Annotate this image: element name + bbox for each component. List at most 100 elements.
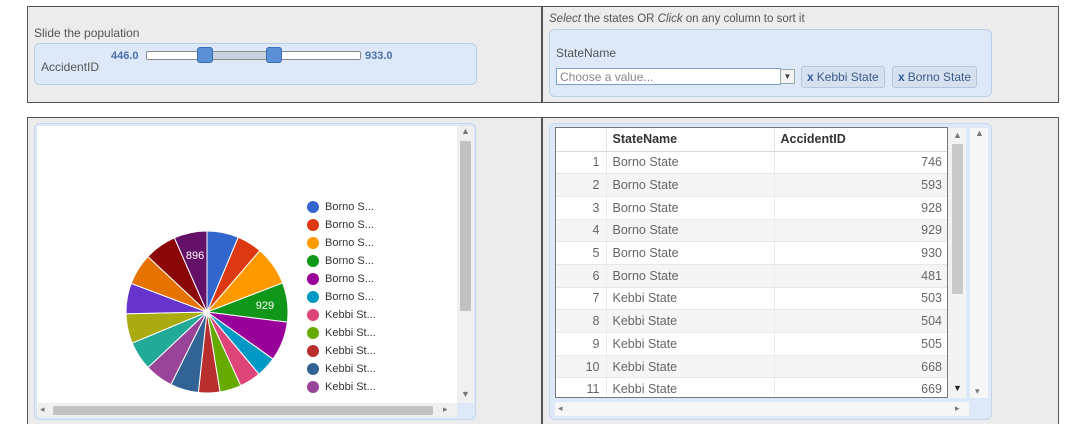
legend-color-dot xyxy=(307,237,319,249)
scroll-down-icon[interactable]: ▾ xyxy=(975,386,980,397)
slider-panel: Slide the population AccidentID 446.0 93… xyxy=(27,6,542,103)
slider-panel-title: Slide the population xyxy=(34,26,140,40)
cell-statename: Borno State xyxy=(606,151,775,175)
remove-tag-icon[interactable]: x xyxy=(807,70,814,84)
chart-canvas: 929 896 Borno S... Borno S... Borno S... Bor… xyxy=(37,126,457,403)
row-number: 7 xyxy=(556,287,607,311)
table-vertical-scrollbar[interactable]: ▲ ▼ xyxy=(948,128,966,398)
cell-statename: Kebbi State xyxy=(606,287,775,311)
scroll-thumb[interactable] xyxy=(53,406,433,415)
chart-legend: Borno S... Borno S... Borno S... Borno S...… xyxy=(307,200,427,400)
row-number: 5 xyxy=(556,241,607,265)
selected-tag-kebbi[interactable]: x Kebbi State xyxy=(801,66,885,88)
scroll-left-icon[interactable]: ◂ xyxy=(558,403,563,414)
scroll-right-icon[interactable]: ▸ xyxy=(443,404,448,415)
table-row[interactable]: 9 Kebbi State 505 xyxy=(556,332,947,356)
range-slider[interactable] xyxy=(146,47,361,63)
legend-color-dot xyxy=(307,201,319,213)
legend-label: Kebbi St... xyxy=(325,345,376,357)
row-number: 9 xyxy=(556,332,607,356)
row-number: 8 xyxy=(556,309,607,333)
tag-label: Borno State xyxy=(907,70,972,84)
table-header-row: StateName AccidentID xyxy=(556,128,947,152)
legend-label: Borno S... xyxy=(325,255,374,267)
column-header-accidentid[interactable]: AccidentID xyxy=(774,128,947,152)
cell-accidentid: 503 xyxy=(774,287,947,311)
cell-statename: Kebbi State xyxy=(606,377,775,397)
dropdown-arrow-button[interactable]: ▼ xyxy=(780,69,795,84)
filter-box: StateName Choose a value... ▼ x Kebbi Sta… xyxy=(549,29,992,97)
table-row[interactable]: 3 Borno State 928 xyxy=(556,196,947,220)
legend-label: Borno S... xyxy=(325,201,374,213)
legend-color-dot xyxy=(307,291,319,303)
scroll-up-icon[interactable]: ▲ xyxy=(953,130,962,140)
tag-label: Kebbi State xyxy=(816,70,879,84)
cell-statename: Borno State xyxy=(606,173,775,197)
instruction-click: Click xyxy=(657,13,683,25)
slider-max-value: 933.0 xyxy=(365,50,393,62)
legend-color-dot xyxy=(307,309,319,321)
filter-panel: Select the states OR Click on any column… xyxy=(542,6,1059,103)
table-row[interactable]: 8 Kebbi State 504 xyxy=(556,309,947,333)
table-row[interactable]: 1 Borno State 746 xyxy=(556,151,947,175)
filter-instruction: Select the states OR Click on any column… xyxy=(549,13,805,25)
slider-high-handle[interactable] xyxy=(266,47,282,63)
cell-accidentid: 928 xyxy=(774,196,947,220)
row-number: 3 xyxy=(556,196,607,220)
table-row[interactable]: 5 Borno State 930 xyxy=(556,241,947,265)
chart-vertical-scrollbar[interactable]: ▲ ▼ xyxy=(457,126,474,403)
table-horizontal-scrollbar[interactable]: ◂ ▸ xyxy=(555,402,969,416)
scroll-left-icon[interactable]: ◂ xyxy=(40,404,45,415)
table-body: 1 Borno State 746 2 Borno State 593 3 Borno Sta… xyxy=(556,151,947,397)
cell-accidentid: 668 xyxy=(774,355,947,379)
row-number: 10 xyxy=(556,355,607,379)
cell-statename: Kebbi State xyxy=(606,309,775,333)
scroll-down-icon[interactable]: ▼ xyxy=(461,389,470,399)
scroll-thumb[interactable] xyxy=(460,141,471,311)
scroll-up-icon[interactable]: ▲ xyxy=(461,126,470,136)
legend-color-dot xyxy=(307,381,319,393)
scroll-down-icon[interactable]: ▼ xyxy=(953,383,962,393)
legend-label: Kebbi St... xyxy=(325,363,376,375)
cell-statename: Borno State xyxy=(606,219,775,243)
legend-label: Kebbi St... xyxy=(325,327,376,339)
cell-accidentid: 505 xyxy=(774,332,947,356)
legend-color-dot xyxy=(307,363,319,375)
cell-statename: Kebbi State xyxy=(606,355,775,379)
slider-label: AccidentID xyxy=(41,60,100,74)
scroll-up-icon[interactable]: ▲ xyxy=(975,128,984,138)
cell-accidentid: 593 xyxy=(774,173,947,197)
instruction-end: on any column to sort it xyxy=(682,13,805,25)
data-table: StateName AccidentID 1 Borno State 746 2 Bor… xyxy=(556,128,947,397)
remove-tag-icon[interactable]: x xyxy=(898,70,905,84)
slider-low-handle[interactable] xyxy=(197,47,213,63)
cell-statename: Borno State xyxy=(606,196,775,220)
cell-statename: Kebbi State xyxy=(606,332,775,356)
column-header-statename[interactable]: StateName xyxy=(606,128,775,152)
pie-slice-label: 929 xyxy=(256,300,274,312)
scroll-thumb[interactable] xyxy=(952,144,963,294)
instruction-select: Select xyxy=(549,13,581,25)
table-row[interactable]: 7 Kebbi State 503 xyxy=(556,287,947,311)
choose-value-input[interactable]: Choose a value... xyxy=(556,68,781,85)
selected-tag-borno[interactable]: x Borno State xyxy=(892,66,978,88)
table-row[interactable]: 4 Borno State 929 xyxy=(556,219,947,243)
table-panel: StateName AccidentID 1 Borno State 746 2 Bor… xyxy=(542,117,1059,424)
panel-vertical-scrollbar[interactable]: ▲ ▾ xyxy=(970,128,988,398)
table-row[interactable]: 6 Borno State 481 xyxy=(556,264,947,288)
chart-horizontal-scrollbar[interactable]: ◂ ▸ xyxy=(37,403,457,417)
scroll-right-icon[interactable]: ▸ xyxy=(955,403,960,414)
cell-accidentid: 746 xyxy=(774,151,947,175)
legend-label: Borno S... xyxy=(325,219,374,231)
row-number: 6 xyxy=(556,264,607,288)
cell-statename: Borno State xyxy=(606,241,775,265)
legend-color-dot xyxy=(307,219,319,231)
cell-accidentid: 929 xyxy=(774,219,947,243)
row-number: 2 xyxy=(556,173,607,197)
table-row[interactable]: 10 Kebbi State 668 xyxy=(556,355,947,379)
row-number-header xyxy=(556,128,607,152)
table-row[interactable]: 11 Kebbi State 669 xyxy=(556,377,947,397)
slider-box: AccidentID 446.0 933.0 xyxy=(34,43,477,85)
legend-color-dot xyxy=(307,273,319,285)
table-row[interactable]: 2 Borno State 593 xyxy=(556,173,947,197)
